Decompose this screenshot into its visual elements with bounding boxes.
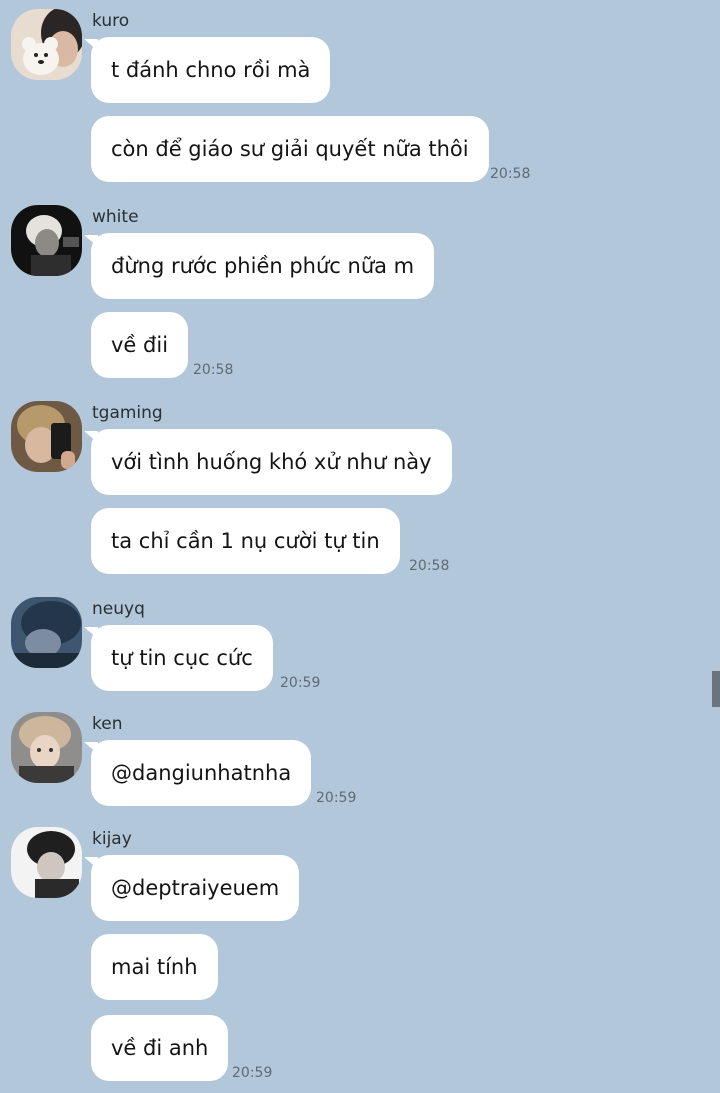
sender-name-tgaming: tgaming: [92, 403, 163, 423]
message-bubble[interactable]: @deptraiyeuem: [83, 855, 300, 921]
tgaming-avatar[interactable]: [11, 401, 82, 472]
message-bubble[interactable]: với tình huống khó xử như này: [84, 429, 452, 495]
scrollbar-thumb[interactable]: [712, 671, 720, 707]
sender-name-neuyq: neuyq: [92, 599, 145, 619]
sender-name-kijay: kijay: [92, 829, 132, 849]
message-bubble[interactable]: @dangiunhatnha: [83, 740, 312, 806]
message-timestamp: 20:58: [193, 362, 234, 378]
white-avatar[interactable]: [11, 205, 82, 276]
message-timestamp: 20:58: [490, 166, 531, 182]
message-bubble[interactable]: t đánh chno rồi mà: [83, 37, 331, 103]
message-bubble[interactable]: về đi anh: [91, 1015, 229, 1081]
neuyq-avatar[interactable]: [11, 597, 82, 668]
sender-name-white: white: [92, 207, 139, 227]
message-bubble[interactable]: mai tính: [91, 934, 218, 1000]
ken-avatar[interactable]: [11, 712, 82, 783]
message-bubble[interactable]: đừng rước phiền phức nữa m: [83, 233, 435, 299]
message-bubble[interactable]: còn để giáo sư giải quyết nữa thôi: [91, 116, 489, 182]
kijay-avatar[interactable]: [11, 827, 82, 898]
message-timestamp: 20:59: [316, 790, 357, 806]
message-bubble[interactable]: ta chỉ cần 1 nụ cười tự tin: [91, 508, 400, 574]
message-timestamp: 20:59: [232, 1065, 273, 1081]
message-bubble[interactable]: tự tin cục cức: [84, 625, 273, 691]
message-bubble[interactable]: về đii: [91, 312, 189, 378]
message-timestamp: 20:58: [409, 558, 450, 574]
sender-name-kuro: kuro: [92, 11, 130, 31]
sender-name-ken: ken: [92, 714, 123, 734]
kuro-avatar[interactable]: [11, 9, 82, 80]
message-timestamp: 20:59: [280, 675, 321, 691]
chat-messages[interactable]: kuro t đánh chno rồi mà còn để giáo sư g…: [0, 0, 720, 1093]
